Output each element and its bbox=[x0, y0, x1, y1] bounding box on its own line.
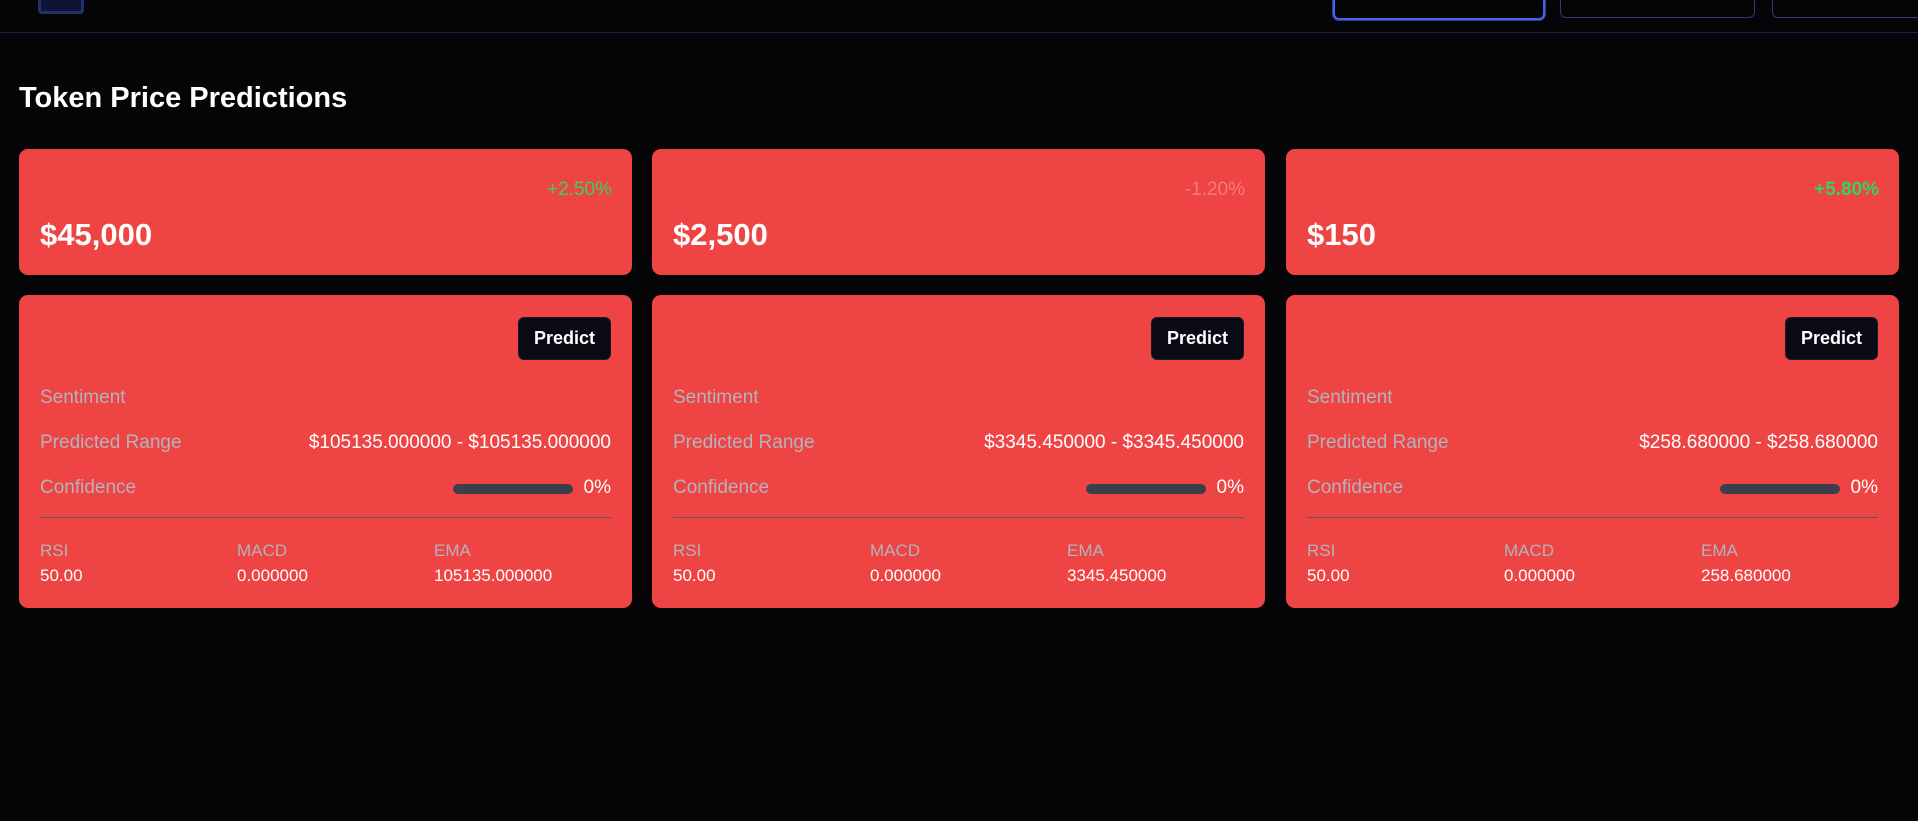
macd-indicator: MACD 0.000000 bbox=[237, 541, 308, 586]
confidence-bar bbox=[453, 484, 573, 494]
macd-label: MACD bbox=[237, 541, 288, 560]
page-title: Token Price Predictions bbox=[19, 82, 348, 114]
ema-value: 105135.000000 bbox=[434, 566, 553, 585]
confidence-row: Confidence 0% bbox=[40, 477, 611, 503]
confidence-value: 0% bbox=[583, 477, 611, 498]
ema-label: EMA bbox=[1701, 541, 1738, 560]
rsi-value: 50.00 bbox=[673, 566, 716, 585]
top-nav-bar bbox=[0, 0, 1918, 33]
nav-button-active[interactable] bbox=[1333, 0, 1545, 20]
sentiment-label: Sentiment bbox=[673, 387, 759, 408]
prediction-card: Predict Sentiment Predicted Range $258.6… bbox=[1286, 295, 1899, 608]
predicted-range-label: Predicted Range bbox=[673, 432, 815, 453]
app-logo-icon bbox=[38, 0, 84, 14]
token-price-card: +2.50% $45,000 bbox=[19, 149, 632, 275]
token-price: $150 bbox=[1307, 217, 1376, 252]
token-price: $45,000 bbox=[40, 217, 153, 252]
rsi-label: RSI bbox=[673, 541, 702, 560]
confidence-value: 0% bbox=[1850, 477, 1878, 498]
price-change-badge: -1.20% bbox=[1184, 179, 1245, 200]
confidence-label: Confidence bbox=[673, 477, 770, 498]
predicted-range-value: $3345.450000 - $3345.450000 bbox=[984, 432, 1244, 453]
divider bbox=[673, 517, 1244, 518]
prediction-card: Predict Sentiment Predicted Range $10513… bbox=[19, 295, 632, 608]
token-price-card: +5.80% $150 bbox=[1286, 149, 1899, 275]
ema-value: 3345.450000 bbox=[1067, 566, 1167, 585]
ema-indicator: EMA 3345.450000 bbox=[1067, 541, 1166, 586]
divider bbox=[1307, 517, 1878, 518]
macd-value: 0.000000 bbox=[870, 566, 941, 585]
sentiment-row: Sentiment bbox=[673, 387, 1244, 413]
divider bbox=[40, 517, 611, 518]
predicted-range-row: Predicted Range $258.680000 - $258.68000… bbox=[1307, 432, 1878, 458]
price-change-badge: +2.50% bbox=[547, 179, 612, 200]
predicted-range-label: Predicted Range bbox=[40, 432, 182, 453]
predicted-range-value: $105135.000000 - $105135.000000 bbox=[308, 432, 611, 453]
ema-label: EMA bbox=[434, 541, 471, 560]
predicted-range-row: Predicted Range $3345.450000 - $3345.450… bbox=[673, 432, 1244, 458]
predicted-range-label: Predicted Range bbox=[1307, 432, 1449, 453]
predict-button[interactable]: Predict bbox=[1784, 317, 1878, 360]
confidence-row: Confidence 0% bbox=[673, 477, 1244, 503]
ema-indicator: EMA 105135.000000 bbox=[434, 541, 552, 586]
sentiment-row: Sentiment bbox=[40, 387, 611, 413]
token-price: $2,500 bbox=[673, 217, 768, 252]
confidence-bar bbox=[1086, 484, 1206, 494]
ema-value: 258.680000 bbox=[1701, 566, 1791, 585]
rsi-indicator: RSI 50.00 bbox=[1307, 541, 1350, 586]
rsi-indicator: RSI 50.00 bbox=[673, 541, 716, 586]
ema-indicator: EMA 258.680000 bbox=[1701, 541, 1791, 586]
rsi-value: 50.00 bbox=[1307, 566, 1350, 585]
confidence-label: Confidence bbox=[1307, 477, 1404, 498]
price-change-badge: +5.80% bbox=[1814, 179, 1879, 200]
confidence-label: Confidence bbox=[40, 477, 137, 498]
macd-value: 0.000000 bbox=[237, 566, 308, 585]
predict-button[interactable]: Predict bbox=[1150, 317, 1244, 360]
predicted-range-value: $258.680000 - $258.680000 bbox=[1639, 432, 1878, 453]
rsi-indicator: RSI 50.00 bbox=[40, 541, 83, 586]
rsi-label: RSI bbox=[1307, 541, 1336, 560]
macd-indicator: MACD 0.000000 bbox=[870, 541, 941, 586]
confidence-value: 0% bbox=[1216, 477, 1244, 498]
macd-label: MACD bbox=[870, 541, 921, 560]
confidence-row: Confidence 0% bbox=[1307, 477, 1878, 503]
macd-value: 0.000000 bbox=[1504, 566, 1575, 585]
sentiment-label: Sentiment bbox=[40, 387, 126, 408]
sentiment-row: Sentiment bbox=[1307, 387, 1878, 413]
predict-button[interactable]: Predict bbox=[517, 317, 611, 360]
macd-label: MACD bbox=[1504, 541, 1555, 560]
token-price-card: -1.20% $2,500 bbox=[652, 149, 1265, 275]
sentiment-label: Sentiment bbox=[1307, 387, 1393, 408]
predicted-range-row: Predicted Range $105135.000000 - $105135… bbox=[40, 432, 611, 458]
rsi-value: 50.00 bbox=[40, 566, 83, 585]
nav-button-2[interactable] bbox=[1560, 0, 1755, 18]
nav-button-3[interactable] bbox=[1772, 0, 1918, 18]
confidence-bar bbox=[1720, 484, 1840, 494]
prediction-card: Predict Sentiment Predicted Range $3345.… bbox=[652, 295, 1265, 608]
macd-indicator: MACD 0.000000 bbox=[1504, 541, 1575, 586]
ema-label: EMA bbox=[1067, 541, 1104, 560]
rsi-label: RSI bbox=[40, 541, 69, 560]
